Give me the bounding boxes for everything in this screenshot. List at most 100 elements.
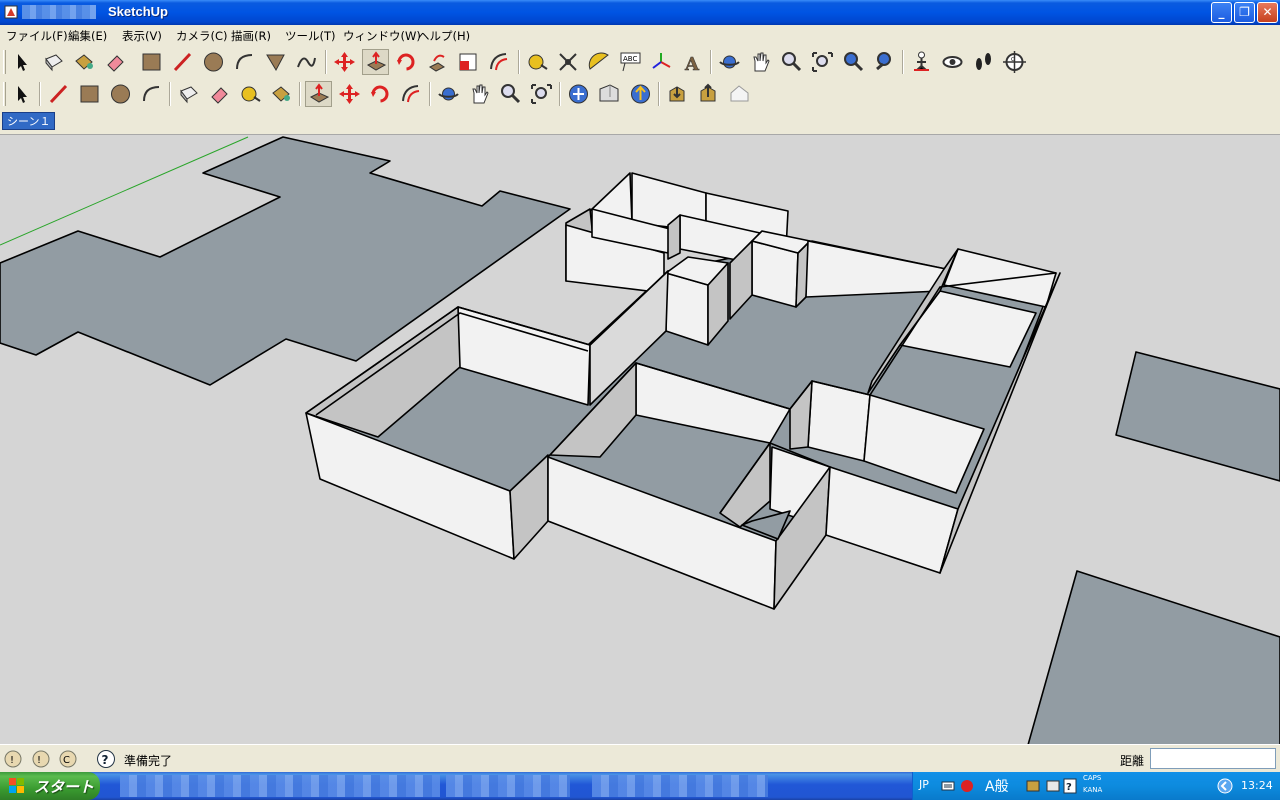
user-account-icon[interactable]: C [58,749,78,769]
line-tool-icon[interactable] [45,81,72,107]
rotate-tool-icon[interactable] [393,49,420,75]
circle-tool-icon[interactable] [107,81,134,107]
credits-icon[interactable]: ! [31,749,51,769]
svg-text:C: C [63,755,70,766]
toolbar-separator [902,50,904,74]
select-tool-icon[interactable] [8,49,35,75]
measurements-input[interactable] [1150,748,1276,769]
offset-tool-icon[interactable] [398,81,425,107]
upload-icon[interactable] [627,81,654,107]
add-location-icon[interactable] [695,81,722,107]
menu-window[interactable]: ウィンドウ(W) [343,28,421,44]
kana-indicator: KANA [1083,786,1103,794]
freehand-tool-icon[interactable] [293,49,320,75]
look-around-icon[interactable] [939,49,966,75]
menu-draw[interactable]: 描画(R) [231,28,271,44]
text-tool-icon[interactable]: ABC [617,49,644,75]
orbit-tool-icon[interactable] [435,81,462,107]
zoom-extents-icon[interactable] [528,81,555,107]
get-models-icon[interactable] [565,81,592,107]
tape-measure-icon[interactable] [524,49,551,75]
move-tool-icon[interactable] [336,81,363,107]
circle-tool-icon[interactable] [200,49,227,75]
taskbar-blurred-items-2[interactable] [446,775,570,797]
start-button[interactable]: スタート [0,772,100,800]
push-pull-tool-icon[interactable] [362,49,389,75]
blurred-filename [22,5,96,19]
pan-tool-icon[interactable] [747,49,774,75]
zoom-tool-icon[interactable] [497,81,524,107]
share-model-icon[interactable] [596,81,623,107]
toolbar-grip[interactable] [3,82,6,106]
ime-mode[interactable]: A般 [985,776,1009,796]
help-icon[interactable]: ? [1063,778,1077,794]
show-hidden-icons-icon[interactable] [1217,778,1233,794]
eraser-icon[interactable] [102,49,129,75]
dictionary-icon[interactable] [1045,779,1061,793]
paint-bucket-icon[interactable] [268,81,295,107]
arc-tool-icon[interactable] [231,49,258,75]
svg-text:A: A [684,54,700,75]
keyboard-icon[interactable] [941,779,955,793]
move-tool-icon[interactable] [331,49,358,75]
menu-file[interactable]: ファイル(F) [6,28,68,44]
offset-tool-icon[interactable] [486,49,513,75]
3d-text-icon[interactable]: A [679,49,706,75]
restore-button[interactable]: ❐ [1234,2,1255,23]
toolbar-separator [325,50,327,74]
line-tool-icon[interactable] [169,49,196,75]
close-button[interactable]: ✕ [1257,2,1278,23]
status-bar: ! ! C ? 準備完了 距離 [0,744,1280,772]
make-component-icon[interactable] [175,81,202,107]
orbit-tool-icon[interactable] [716,49,743,75]
toolbar-separator [299,82,301,106]
scale-tool-icon[interactable] [455,49,482,75]
caps-indicator: CAPS [1083,774,1102,782]
make-component-icon[interactable] [40,49,67,75]
previous-view-icon[interactable] [871,49,898,75]
taskbar-blurred-items[interactable] [120,775,440,797]
minimize-button[interactable]: _ [1211,2,1232,23]
toolbar-separator [39,82,41,106]
paint-bucket-icon[interactable] [71,49,98,75]
position-camera-icon[interactable] [908,49,935,75]
axes-tool-icon[interactable] [648,49,675,75]
dimension-tool-icon[interactable] [555,49,582,75]
menu-edit[interactable]: 編集(E) [68,28,107,44]
tape-measure-icon[interactable] [237,81,264,107]
walk-tool-icon[interactable] [970,49,997,75]
rotate-tool-icon[interactable] [367,81,394,107]
model-canvas[interactable]: .fl { fill: #929CA3; stroke: #000; strok… [0,135,1280,744]
ime-pad-icon[interactable] [959,778,975,794]
menu-tools[interactable]: ツール(T) [285,28,336,44]
instructor-help-icon[interactable]: ? [96,749,116,769]
get-photo-texture-icon[interactable] [664,81,691,107]
menu-help[interactable]: ヘルプ(H) [418,28,470,44]
geo-location-icon[interactable]: ! [3,749,23,769]
zoom-window-icon[interactable] [809,49,836,75]
polygon-tool-icon[interactable] [262,49,289,75]
language-indicator[interactable]: JP [919,778,929,791]
windows-taskbar: スタート JP A般 ? CAPS KANA 13:24 [0,772,1280,800]
arc-tool-icon[interactable] [138,81,165,107]
section-plane-icon[interactable]: C [1001,49,1028,75]
menu-camera[interactable]: カメラ(C) [176,28,228,44]
follow-me-tool-icon[interactable] [424,49,451,75]
scene-tab[interactable]: シーン１ [2,112,56,130]
rectangle-tool-icon[interactable] [138,49,165,75]
eraser-icon[interactable] [206,81,233,107]
clock: 13:24 [1241,779,1273,792]
zoom-extents-icon[interactable] [840,49,867,75]
pan-tool-icon[interactable] [466,81,493,107]
rectangle-tool-icon[interactable] [76,81,103,107]
menu-view[interactable]: 表示(V) [122,28,162,44]
toolbar-grip[interactable] [3,50,6,74]
taskbar-blurred-items-3[interactable] [592,775,768,797]
zoom-tool-icon[interactable] [778,49,805,75]
ime-tool-icon[interactable] [1025,779,1041,793]
drawing-viewport[interactable]: .fl { fill: #929CA3; stroke: #000; strok… [0,134,1280,744]
select-tool-icon[interactable] [8,81,35,107]
protractor-icon[interactable] [586,49,613,75]
toggle-terrain-icon[interactable] [726,81,753,107]
push-pull-tool-icon[interactable] [305,81,332,107]
